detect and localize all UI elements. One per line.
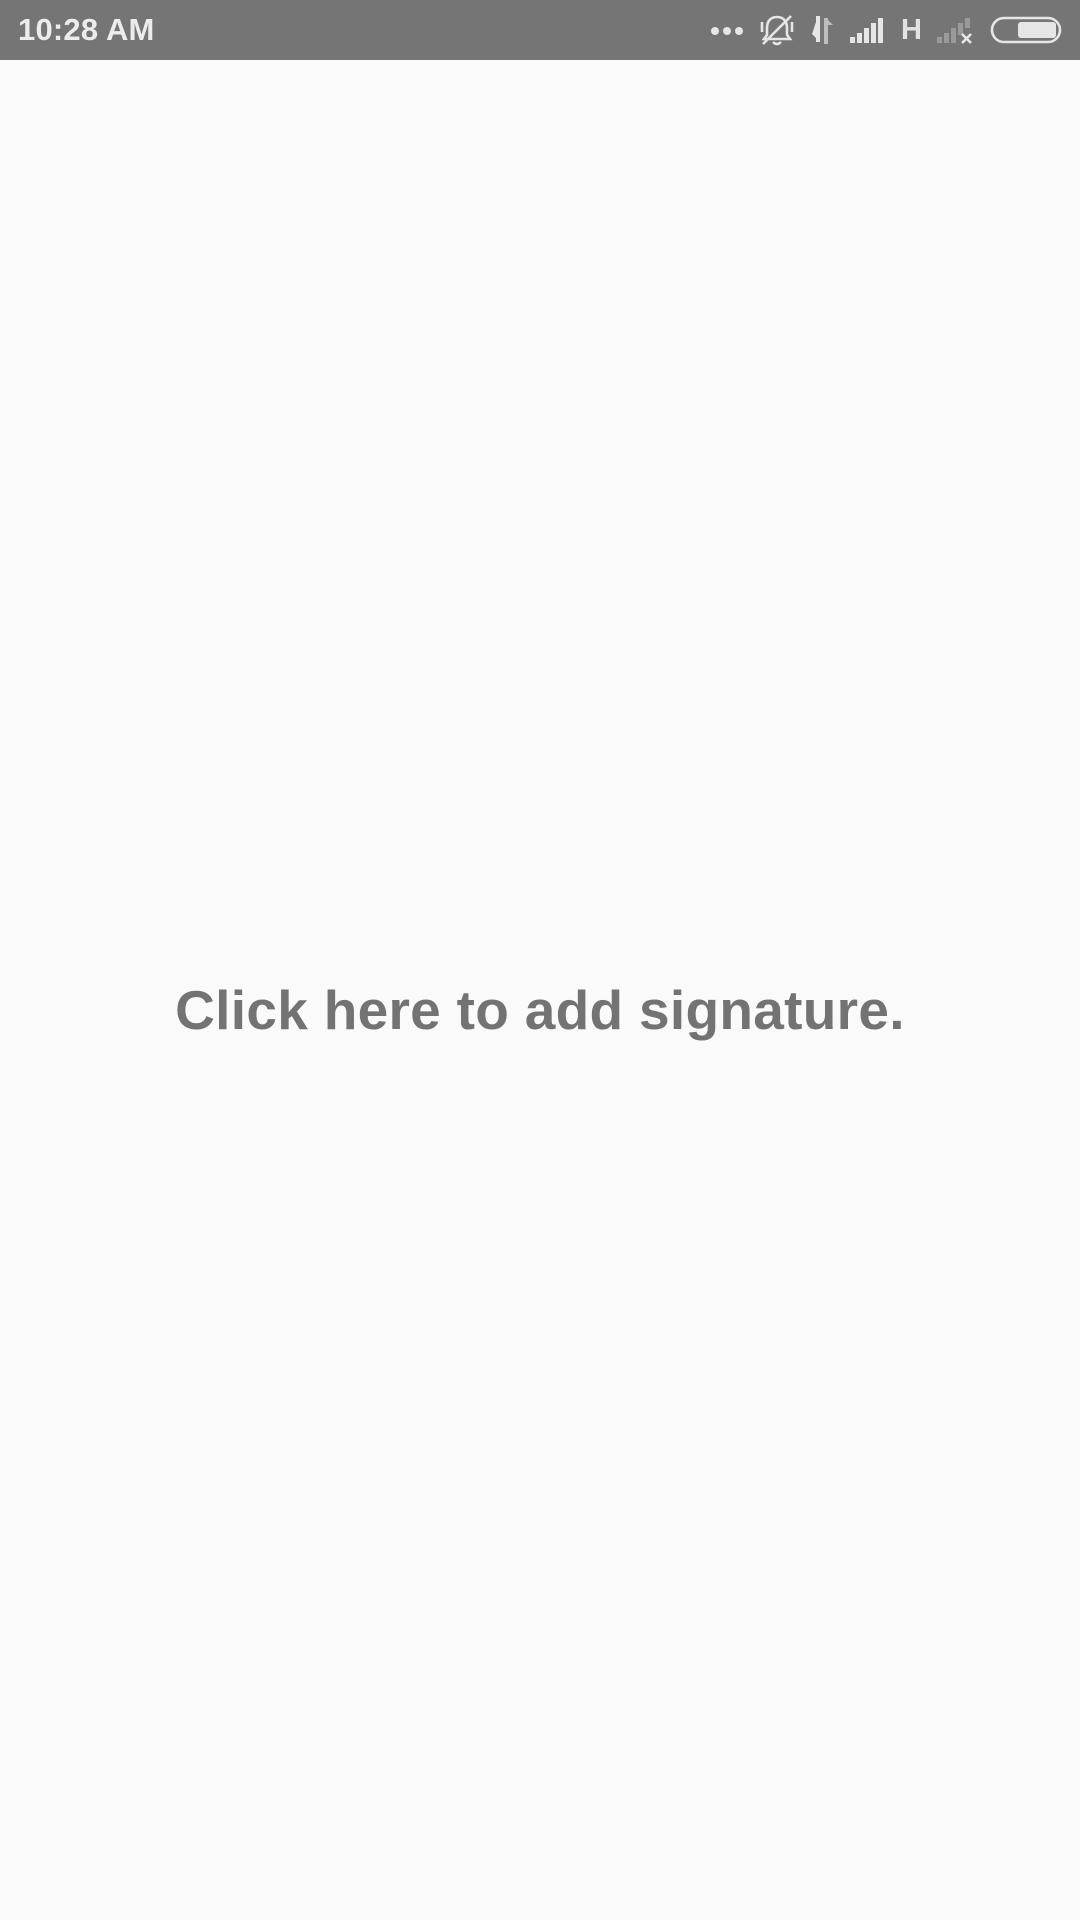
more-notifications-icon xyxy=(709,23,745,37)
data-transfer-icon xyxy=(809,14,835,46)
status-icons: H xyxy=(709,0,1064,60)
signal-strength-icon xyxy=(849,16,887,44)
battery-icon xyxy=(990,15,1064,45)
signature-pad[interactable]: Click here to add signature. xyxy=(0,60,1080,1920)
network-type-label: H xyxy=(901,13,922,46)
status-bar: 10:28 AM H xyxy=(0,0,1080,60)
status-time: 10:28 AM xyxy=(18,12,155,47)
alarm-off-icon xyxy=(759,13,795,47)
no-signal-sim2-icon xyxy=(936,15,976,45)
signature-hint[interactable]: Click here to add signature. xyxy=(0,978,1080,1042)
